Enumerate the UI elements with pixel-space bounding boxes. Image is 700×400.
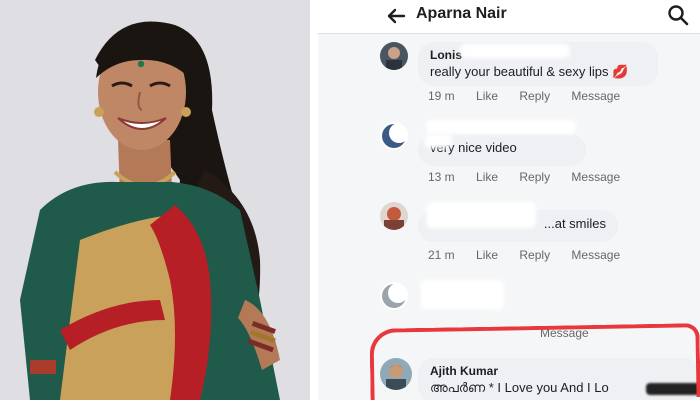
- avatar[interactable]: [380, 202, 408, 230]
- like-button[interactable]: Like: [476, 248, 498, 262]
- woman-in-saree-illustration: [0, 0, 310, 400]
- reply-button[interactable]: Reply: [519, 170, 550, 184]
- comment-meta: 21 m Like Reply Message: [428, 248, 638, 262]
- reply-button[interactable]: Reply: [519, 89, 550, 103]
- user-avatar-icon: [380, 202, 408, 230]
- avatar[interactable]: [380, 42, 408, 70]
- user-avatar-icon: [380, 282, 408, 310]
- comment-item: ...at smiles 21 m Like Reply Message: [380, 198, 700, 268]
- message-button[interactable]: Message: [571, 170, 620, 184]
- search-button[interactable]: [666, 3, 690, 27]
- page-title: Aparna Nair: [416, 5, 507, 22]
- red-highlight-outline: [369, 323, 700, 400]
- user-avatar-icon: [380, 42, 408, 70]
- avatar[interactable]: [380, 282, 408, 310]
- redaction: [426, 202, 536, 228]
- profile-photo: [0, 0, 310, 400]
- like-button[interactable]: Like: [476, 170, 498, 184]
- comment-text: really your beautiful & sexy lips 💋: [430, 64, 629, 79]
- reply-button[interactable]: Reply: [519, 248, 550, 262]
- message-button[interactable]: Message: [571, 89, 620, 103]
- redaction: [424, 134, 452, 148]
- arrow-left-icon: [387, 8, 406, 24]
- comment-time: 19 m: [428, 89, 455, 103]
- comment-time: 13 m: [428, 170, 455, 184]
- comment-meta: 13 m Like Reply Message: [428, 170, 638, 184]
- redaction: [426, 120, 576, 134]
- panel-divider: [310, 0, 318, 400]
- magnifier-icon: [668, 5, 689, 26]
- comment-time: 21 m: [428, 248, 455, 262]
- comment-meta: 19 m Like Reply Message: [428, 89, 638, 103]
- redaction: [460, 44, 570, 58]
- redaction: [420, 280, 504, 310]
- top-bar: Aparna Nair: [318, 0, 700, 34]
- comment-item: very nice video 13 m Like Reply Message: [380, 120, 700, 190]
- avatar[interactable]: [380, 122, 408, 150]
- comment-item: Lonis really your beautiful & sexy lips …: [380, 40, 700, 110]
- like-button[interactable]: Like: [476, 89, 498, 103]
- back-button[interactable]: [384, 4, 408, 28]
- moon-avatar-icon: [380, 122, 408, 150]
- comment-screenshot: Aparna Nair Lonis really your beautiful …: [318, 0, 700, 400]
- message-button[interactable]: Message: [571, 248, 620, 262]
